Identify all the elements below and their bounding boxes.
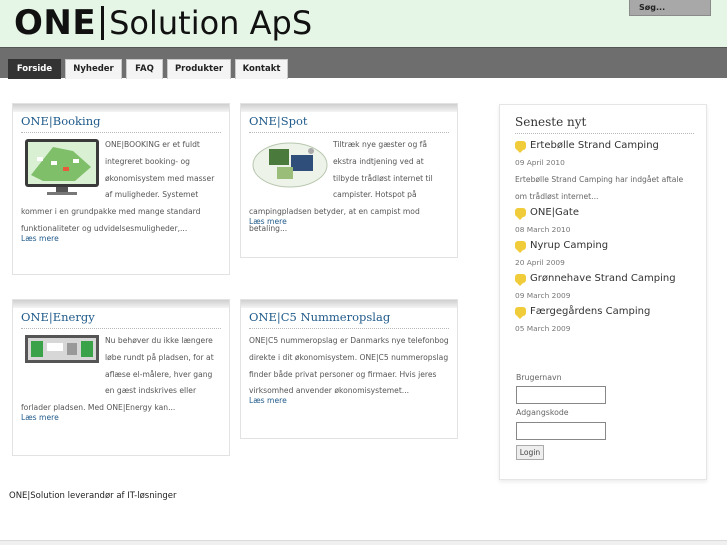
news-date: 05 March 2009 <box>515 324 571 333</box>
product-description: Nu behøver du ikke længere løbe rundt på… <box>21 333 221 417</box>
divider <box>515 133 694 134</box>
news-date: 08 March 2010 <box>515 225 571 234</box>
read-more-link[interactable]: Læs mere <box>249 217 287 226</box>
tab-label: Kontakt <box>242 64 281 74</box>
news-title: Grønnehave Strand Camping <box>530 273 676 284</box>
tab-nyheder[interactable]: Nyheder <box>65 59 122 79</box>
box-top-bar <box>13 300 229 308</box>
product-description: ONE|BOOKING er et fuldt integreret booki… <box>21 137 221 238</box>
tab-kontakt[interactable]: Kontakt <box>235 59 288 79</box>
news-item[interactable]: Nyrup Camping <box>515 240 609 253</box>
box-top-bar <box>241 300 457 308</box>
speech-bubble-icon <box>515 274 526 286</box>
divider <box>249 132 449 133</box>
news-item[interactable]: Færgegårdens Camping <box>515 306 651 319</box>
search-input[interactable]: Søg... <box>629 0 711 16</box>
tab-forside[interactable]: Forside <box>8 59 61 79</box>
read-more-link[interactable]: Læs mere <box>21 413 59 422</box>
username-label: Brugernavn <box>516 373 562 382</box>
news-item[interactable]: Ertebølle Strand Camping <box>515 140 659 153</box>
logo-separator <box>101 6 105 40</box>
tab-label: Forside <box>16 64 53 74</box>
product-title[interactable]: ONE|Booking <box>21 114 100 128</box>
news-date: 09 March 2009 <box>515 291 571 300</box>
divider <box>21 328 221 329</box>
bottom-bar <box>0 540 727 545</box>
tab-label: FAQ <box>135 64 154 74</box>
speech-bubble-icon <box>515 208 526 220</box>
product-box-spot: ONE|Spot Tiltræk nye gæster og få ekstra… <box>240 103 458 258</box>
page-header: ONE Solution ApS Søg... <box>0 0 727 47</box>
tab-label: Nyheder <box>73 64 114 74</box>
energy-meter-icon[interactable] <box>23 333 101 393</box>
news-sidebar: Seneste nyt Ertebølle Strand Camping 09 … <box>499 104 707 480</box>
box-top-bar <box>13 104 229 112</box>
news-title: Nyrup Camping <box>530 240 609 251</box>
product-title[interactable]: ONE|Energy <box>21 310 95 324</box>
product-text: ONE|C5 nummeropslag er Danmarks nye tele… <box>249 336 449 396</box>
password-field[interactable] <box>516 422 606 440</box>
product-title[interactable]: ONE|C5 Nummeropslag <box>249 310 390 324</box>
speech-bubble-icon <box>515 141 526 153</box>
logo-rest-text: Solution ApS <box>109 4 313 42</box>
news-date: 20 April 2009 <box>515 258 565 267</box>
news-title: Ertebølle Strand Camping <box>530 140 659 151</box>
divider <box>249 328 449 329</box>
tab-faq[interactable]: FAQ <box>126 59 163 79</box>
news-title: Færgegårdens Camping <box>530 306 651 317</box>
box-top-bar <box>241 104 457 112</box>
read-more-link[interactable]: Læs mere <box>21 234 59 243</box>
login-button[interactable]: Login <box>516 445 544 460</box>
password-label: Adgangskode <box>516 408 569 417</box>
footer-text: ONE|Solution leverandør af IT-løsninger <box>9 491 177 501</box>
search-label: Søg... <box>639 3 666 12</box>
logo-bold-text: ONE <box>14 3 97 43</box>
spot-icon[interactable] <box>251 137 329 197</box>
speech-bubble-icon <box>515 241 526 253</box>
product-box-c5: ONE|C5 Nummeropslag ONE|C5 nummeropslag … <box>240 299 458 439</box>
news-excerpt: Ertebølle Strand Camping har indgået aft… <box>515 175 684 201</box>
news-title: ONE|Gate <box>530 207 579 218</box>
username-field[interactable] <box>516 386 606 404</box>
news-item[interactable]: ONE|Gate <box>515 207 579 220</box>
speech-bubble-icon <box>515 307 526 319</box>
news-date: 09 April 2010 <box>515 158 565 167</box>
divider <box>21 132 221 133</box>
company-logo[interactable]: ONE Solution ApS <box>14 3 312 43</box>
read-more-link[interactable]: Læs mere <box>249 396 287 405</box>
booking-monitor-icon[interactable] <box>23 137 101 197</box>
sidebar-title: Seneste nyt <box>515 115 587 129</box>
tab-produkter[interactable]: Produkter <box>167 59 231 79</box>
tab-label: Produkter <box>174 64 224 74</box>
product-title[interactable]: ONE|Spot <box>249 114 308 128</box>
product-box-energy: ONE|Energy Nu behøver du ikke længere lø… <box>12 299 230 456</box>
main-navigation: Forside Nyheder FAQ Produkter Kontakt <box>0 47 727 79</box>
product-description: ONE|C5 nummeropslag er Danmarks nye tele… <box>249 333 449 400</box>
news-item[interactable]: Grønnehave Strand Camping <box>515 273 676 286</box>
product-box-booking: ONE|Booking ONE|BOOKING er et fuldt inte… <box>12 103 230 275</box>
